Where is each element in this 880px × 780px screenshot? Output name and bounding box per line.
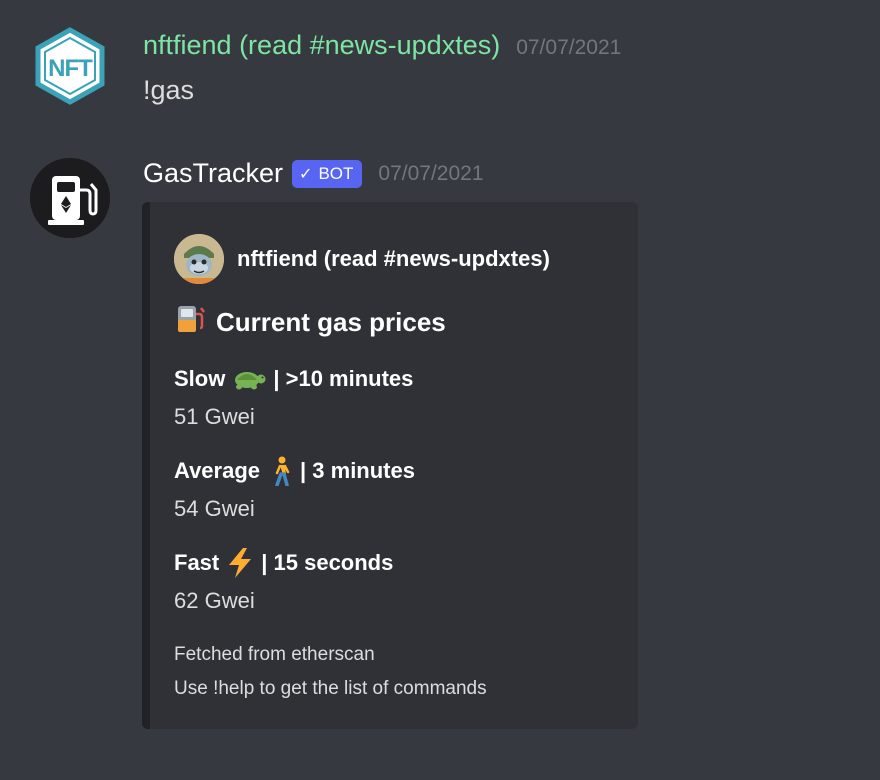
- footer-line-source: Fetched from etherscan: [174, 644, 375, 665]
- footer-line-help: Use !help to get the list of commands: [174, 678, 487, 699]
- timestamp: 07/07/2021: [516, 36, 622, 59]
- username[interactable]: GasTracker: [143, 158, 283, 189]
- embed-author-name[interactable]: nftfiend (read #news-updxtes): [237, 246, 550, 272]
- message-nftfiend: NFT nftfiend (read #news-updxtes) 07/07/…: [0, 0, 880, 130]
- field-suffix: | >10 minutes: [273, 366, 414, 391]
- field-value: 51 Gwei: [174, 404, 255, 429]
- field-name: Fast | 15 seconds: [174, 546, 393, 580]
- field-value: 62 Gwei: [174, 588, 255, 613]
- message-header: GasTracker ✓ BOT 07/07/2021: [143, 158, 484, 189]
- field-label: Average: [174, 458, 261, 483]
- gas-field-slow: Slow | >10 minutes 51 Gwei: [174, 362, 413, 430]
- monkey-avatar-icon[interactable]: [174, 234, 224, 284]
- svg-text:NFT: NFT: [48, 55, 93, 82]
- username[interactable]: nftfiend (read #news-updxtes): [143, 30, 500, 61]
- nft-hexagon-logo-icon[interactable]: NFT: [30, 26, 110, 106]
- message-header: nftfiend (read #news-updxtes) 07/07/2021: [143, 30, 621, 61]
- field-name: Slow | >10 minutes: [174, 362, 413, 396]
- embed-author: nftfiend (read #news-updxtes): [174, 234, 550, 284]
- embed-footer: Fetched from etherscan Use !help to get …: [174, 638, 487, 706]
- field-value: 54 Gwei: [174, 496, 255, 521]
- gas-field-average: Average | 3 minutes 54 Gwei: [174, 454, 415, 522]
- field-label: Fast: [174, 550, 220, 575]
- bot-badge-label: BOT: [318, 163, 354, 183]
- embed-color-bar: [142, 202, 150, 729]
- embed-title: Current gas prices: [174, 302, 446, 343]
- message-gastracker: GasTracker ✓ BOT 07/07/2021 nftfiend (re…: [0, 130, 880, 780]
- embed-title-text: Current gas prices: [216, 307, 446, 337]
- field-name: Average | 3 minutes: [174, 454, 415, 488]
- gas-field-fast: Fast | 15 seconds 62 Gwei: [174, 546, 393, 614]
- field-label: Slow: [174, 366, 226, 391]
- checkmark-icon: ✓: [299, 165, 313, 183]
- bot-badge: ✓ BOT: [292, 159, 363, 188]
- fuel-pump-emoji-icon: [174, 302, 208, 343]
- message-content: !gas: [143, 75, 195, 105]
- turtle-emoji-icon: [231, 366, 267, 392]
- timestamp: 07/07/2021: [378, 161, 484, 185]
- person-walking-emoji-icon: [272, 456, 292, 486]
- embed: nftfiend (read #news-updxtes) Current ga…: [142, 202, 638, 729]
- field-suffix: | 15 seconds: [261, 550, 394, 575]
- lightning-emoji-icon: [225, 547, 255, 579]
- field-suffix: | 3 minutes: [300, 458, 415, 483]
- gas-pump-ethereum-icon[interactable]: [30, 158, 110, 238]
